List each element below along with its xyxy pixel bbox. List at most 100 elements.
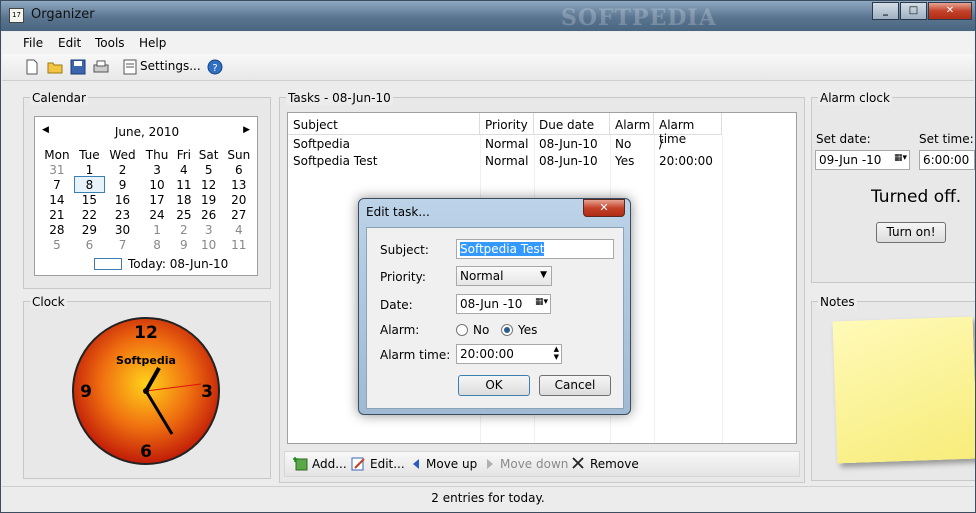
clock-number-9: 9	[80, 382, 92, 402]
calendar-day-selected[interactable]: 8	[73, 176, 105, 193]
dialog-close-button[interactable]: ✕	[583, 199, 625, 217]
calendar-day[interactable]: 10	[141, 177, 173, 192]
ok-button[interactable]: OK	[458, 375, 530, 396]
edit-icon[interactable]	[350, 456, 366, 472]
calendar-day[interactable]: 17	[141, 192, 173, 207]
calendar-day[interactable]: 10	[195, 237, 223, 252]
column-header-alarm-time[interactable]: Alarm time	[654, 113, 722, 146]
calendar-day[interactable]: 11	[173, 177, 195, 192]
priority-select[interactable]: Normal ▼	[456, 266, 552, 286]
alarm-time-spinner[interactable]: 20:00:00 ▲ ▼	[456, 344, 562, 364]
calendar-day[interactable]: 7	[104, 237, 141, 252]
menu-edit[interactable]: Edit	[58, 36, 81, 50]
close-button[interactable]: ✕	[928, 2, 972, 20]
cancel-button[interactable]: Cancel	[539, 375, 611, 396]
column-header-subject[interactable]: Subject	[288, 113, 480, 135]
calendar-day[interactable]: 6	[223, 162, 255, 177]
calendar-day[interactable]: 7	[39, 177, 75, 192]
calendar-day[interactable]: 13	[223, 177, 255, 192]
calendar-day[interactable]: 3	[195, 222, 223, 237]
settings-icon[interactable]	[122, 59, 138, 75]
date-picker[interactable]: 08-Jun -10 ▦▾	[456, 294, 551, 314]
calendar-day[interactable]: 1	[75, 162, 104, 177]
calendar-day[interactable]: 8	[141, 237, 173, 252]
calendar-day[interactable]: 28	[39, 222, 75, 237]
calendar-day[interactable]: 18	[173, 192, 195, 207]
calendar-day[interactable]: 26	[195, 207, 223, 222]
column-header-priority[interactable]: Priority	[480, 113, 534, 135]
help-icon[interactable]: ?	[207, 59, 223, 75]
alarm-no-label[interactable]: No	[473, 323, 489, 337]
print-icon[interactable]	[93, 59, 109, 75]
turn-on-button[interactable]: Turn on!	[876, 222, 946, 243]
calendar-day[interactable]: 12	[195, 177, 223, 192]
calendar-day[interactable]: 23	[104, 207, 141, 222]
alarm-time-value: 6:00:00	[923, 153, 970, 167]
subject-input[interactable]: Softpedia Test	[456, 239, 614, 259]
alarm-yes-radio[interactable]	[501, 324, 513, 336]
calendar-day[interactable]: 30	[104, 222, 141, 237]
calendar-day[interactable]: 4	[223, 222, 255, 237]
column-header-due-date[interactable]: Due date	[534, 113, 610, 135]
set-time-label: Set time:	[919, 132, 974, 146]
calendar-day[interactable]: 31	[39, 162, 75, 177]
alarm-date-picker[interactable]: 09-Jun -10 ▦▾	[815, 150, 910, 170]
calendar-day[interactable]: 2	[104, 162, 141, 177]
menu-tools[interactable]: Tools	[95, 36, 125, 50]
move-up-button[interactable]: Move up	[426, 457, 477, 471]
save-icon[interactable]	[70, 59, 86, 75]
calendar-day[interactable]: 4	[173, 162, 195, 177]
column-header-alarm[interactable]: Alarm	[610, 113, 654, 135]
menu-file[interactable]: File	[23, 36, 43, 50]
edit-button[interactable]: Edit...	[370, 457, 405, 471]
calendar-day[interactable]: 6	[75, 237, 104, 252]
open-folder-icon[interactable]	[47, 59, 63, 75]
minimize-button[interactable]: _	[872, 2, 899, 20]
calendar-day[interactable]: 24	[141, 207, 173, 222]
maximize-button[interactable]: □	[900, 2, 927, 20]
calendar-day[interactable]: 22	[75, 207, 104, 222]
menu-help[interactable]: Help	[139, 36, 166, 50]
add-button[interactable]: Add...	[312, 457, 347, 471]
settings-button[interactable]: Settings...	[140, 59, 201, 73]
calendar-day[interactable]: 9	[104, 177, 141, 192]
calendar-day[interactable]: 27	[223, 207, 255, 222]
remove-icon[interactable]	[572, 457, 584, 469]
today-link[interactable]: Today: 08-Jun-10	[128, 257, 228, 271]
sticky-note[interactable]	[832, 316, 975, 464]
calendar-dropdown-icon[interactable]: ▦▾	[894, 153, 907, 163]
calendar-widget: ◀ June, 2010 ▶ Mon Tue Wed Thu Fri Sat S…	[34, 116, 258, 276]
new-file-icon[interactable]	[24, 59, 40, 75]
table-row[interactable]: Softpedia Test Normal 08-Jun-10 Yes 20:0…	[288, 154, 796, 171]
remove-button[interactable]: Remove	[590, 457, 639, 471]
clock-number-3: 3	[201, 382, 213, 402]
move-up-icon[interactable]	[411, 458, 421, 470]
move-down-icon[interactable]	[485, 458, 495, 470]
alarm-yes-label[interactable]: Yes	[518, 323, 537, 337]
calendar-day[interactable]: 5	[195, 162, 223, 177]
calendar-day[interactable]: 2	[173, 222, 195, 237]
calendar-day[interactable]: 1	[141, 222, 173, 237]
calendar-dropdown-icon[interactable]: ▦▾	[535, 297, 548, 307]
calendar-day[interactable]: 25	[173, 207, 195, 222]
weekday-header: Fri	[176, 147, 191, 162]
next-month-icon[interactable]: ▶	[243, 125, 250, 135]
calendar-day[interactable]: 16	[104, 192, 141, 207]
calendar-day[interactable]: 19	[195, 192, 223, 207]
add-icon[interactable]	[293, 456, 309, 472]
calendar-day[interactable]: 20	[223, 192, 255, 207]
calendar-day[interactable]: 14	[39, 192, 75, 207]
calendar-day[interactable]: 21	[39, 207, 75, 222]
calendar-day[interactable]: 3	[141, 162, 173, 177]
calendar-day[interactable]: 29	[75, 222, 104, 237]
calendar-day[interactable]: 5	[39, 237, 75, 252]
table-row[interactable]: Softpedia Normal 08-Jun-10 No /	[288, 137, 796, 154]
calendar-day[interactable]: 11	[223, 237, 255, 252]
move-down-button[interactable]: Move down	[500, 457, 568, 471]
calendar-day[interactable]: 15	[75, 192, 104, 207]
calendar-day[interactable]: 9	[173, 237, 195, 252]
alarm-time-input[interactable]: 6:00:00	[919, 150, 975, 170]
spinner-arrows-icon[interactable]: ▲ ▼	[554, 345, 559, 361]
window-title: Organizer	[31, 7, 95, 22]
alarm-no-radio[interactable]	[456, 324, 468, 336]
